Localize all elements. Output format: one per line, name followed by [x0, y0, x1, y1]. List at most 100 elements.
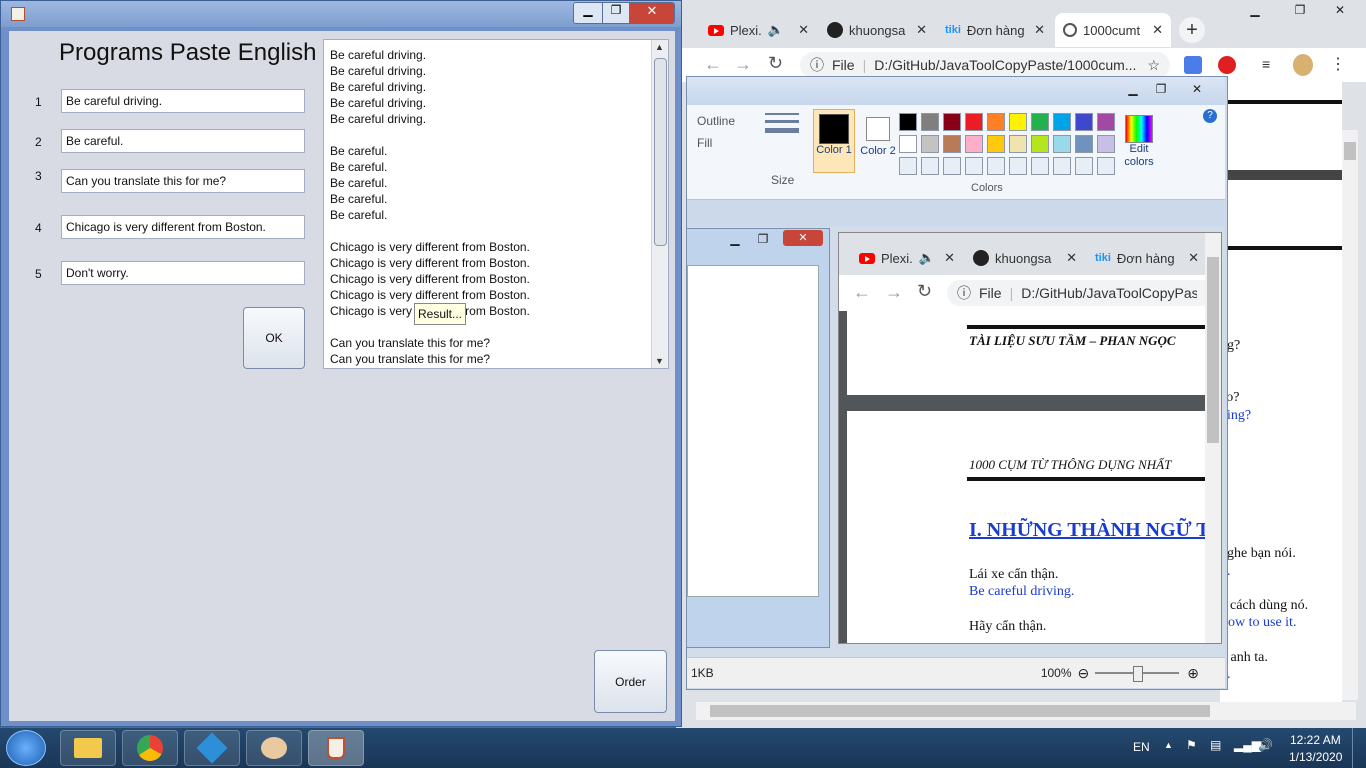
- phrase-input-2[interactable]: Be careful.: [61, 129, 305, 153]
- tab-1000cumt[interactable]: 1000cumt ✕: [1055, 13, 1171, 47]
- language-indicator[interactable]: EN: [1133, 740, 1150, 754]
- close-button[interactable]: ✕: [783, 230, 823, 246]
- reload-icon[interactable]: ↻: [768, 53, 783, 74]
- edit-colors-button[interactable]: Edit colors: [1121, 109, 1157, 173]
- close-button[interactable]: ✕: [629, 3, 674, 23]
- taskbar-app[interactable]: [184, 730, 240, 766]
- minimize-button[interactable]: ▁: [721, 229, 749, 249]
- fill-dropdown[interactable]: Fill: [697, 136, 712, 150]
- order-button[interactable]: Order: [594, 650, 667, 713]
- color-swatch[interactable]: [965, 113, 983, 131]
- page-scrollbar[interactable]: [1342, 130, 1358, 700]
- color-swatch[interactable]: [921, 113, 939, 131]
- help-icon[interactable]: ?: [1203, 109, 1217, 123]
- network-icon[interactable]: ▂▄▆: [1234, 738, 1261, 752]
- media-icon[interactable]: ≡: [1262, 56, 1270, 72]
- show-desktop-button[interactable]: [1352, 728, 1366, 768]
- color-swatch[interactable]: [1053, 135, 1071, 153]
- volume-icon[interactable]: 🔊: [1258, 738, 1273, 752]
- color-swatch[interactable]: [1009, 135, 1027, 153]
- close-button[interactable]: ✕: [1326, 0, 1354, 20]
- phrase-input-4[interactable]: Chicago is very different from Boston.: [61, 215, 305, 239]
- profile-avatar[interactable]: [1293, 54, 1313, 76]
- close-tab-icon[interactable]: ✕: [1188, 250, 1199, 266]
- taskbar-paint[interactable]: [246, 730, 302, 766]
- zoom-in-icon[interactable]: ⊕: [1187, 665, 1199, 682]
- star-icon[interactable]: ☆: [1147, 57, 1160, 74]
- close-tab-icon[interactable]: ✕: [1034, 22, 1045, 38]
- phrase-input-5[interactable]: Don't worry.: [61, 261, 305, 285]
- clock-time[interactable]: 12:22 AM: [1290, 733, 1341, 747]
- ok-button[interactable]: OK: [243, 307, 305, 369]
- color-swatch[interactable]: [1053, 113, 1071, 131]
- phrase-input-1[interactable]: Be careful driving.: [61, 89, 305, 113]
- color-swatch[interactable]: [987, 113, 1005, 131]
- tab-khuongsa[interactable]: khuongsa ✕: [965, 241, 1085, 275]
- color-swatch[interactable]: [1009, 113, 1027, 131]
- scroll-down-icon[interactable]: ▼: [655, 356, 664, 366]
- close-tab-icon[interactable]: ✕: [1066, 250, 1077, 266]
- close-tab-icon[interactable]: ✕: [1152, 22, 1163, 38]
- minimize-button[interactable]: ▁: [1119, 79, 1147, 99]
- address-bar[interactable]: ⓘ File | D:/GitHub/JavaToolCopyPaste: [947, 280, 1207, 306]
- maximize-button[interactable]: ❐: [1147, 79, 1175, 99]
- color-swatch[interactable]: [1031, 135, 1049, 153]
- tab-don-hang[interactable]: tiki Đơn hàng ✕: [1087, 241, 1207, 275]
- menu-icon[interactable]: ⋮: [1330, 54, 1346, 74]
- phrase-input-3[interactable]: Can you translate this for me?: [61, 169, 305, 193]
- action-center-icon[interactable]: ⚑: [1186, 738, 1197, 752]
- size-lines-icon[interactable]: [765, 113, 799, 143]
- tab-khuongsa[interactable]: khuongsa ✕: [819, 13, 935, 47]
- maximize-button[interactable]: ❐: [749, 229, 777, 249]
- maximize-button[interactable]: ❐: [602, 3, 629, 23]
- scroll-thumb[interactable]: [654, 58, 667, 246]
- new-tab-button[interactable]: +: [1179, 17, 1205, 43]
- color1-button[interactable]: Color 1: [813, 109, 855, 173]
- scroll-thumb[interactable]: [1344, 142, 1356, 160]
- taskbar-explorer[interactable]: [60, 730, 116, 766]
- close-tab-icon[interactable]: ✕: [944, 250, 955, 266]
- color-swatch[interactable]: [899, 113, 917, 131]
- forward-icon[interactable]: →: [734, 54, 752, 75]
- scroll-thumb[interactable]: [1207, 257, 1219, 443]
- address-bar[interactable]: ⓘ File | D:/GitHub/JavaToolCopyPaste/100…: [800, 52, 1170, 78]
- outline-dropdown[interactable]: Outline: [697, 114, 735, 128]
- maximize-button[interactable]: ❐: [1286, 0, 1314, 20]
- reload-icon[interactable]: ↻: [917, 281, 932, 302]
- device-icon[interactable]: ▤: [1210, 738, 1221, 752]
- color-swatch[interactable]: [943, 135, 961, 153]
- scroll-up-icon[interactable]: ▲: [655, 42, 664, 52]
- color-swatch[interactable]: [1075, 135, 1093, 153]
- color-swatch[interactable]: [921, 135, 939, 153]
- close-tab-icon[interactable]: ✕: [798, 22, 809, 38]
- hscroll-thumb[interactable]: [710, 705, 1210, 717]
- result-scrollbar[interactable]: ▲ ▼: [651, 40, 668, 368]
- show-hidden-icons[interactable]: ▲: [1164, 740, 1173, 750]
- back-icon[interactable]: ←: [704, 54, 722, 75]
- forward-icon[interactable]: →: [885, 282, 903, 303]
- tab-don-hang[interactable]: tiki Đơn hàng ✕: [937, 13, 1053, 47]
- color-swatch[interactable]: [987, 135, 1005, 153]
- horizontal-scrollbar[interactable]: [696, 702, 1356, 720]
- color-swatch[interactable]: [943, 113, 961, 131]
- color2-button[interactable]: Color 2: [859, 109, 897, 173]
- zoom-slider[interactable]: [1095, 666, 1180, 682]
- close-button[interactable]: ✕: [1183, 79, 1211, 99]
- pdf-scrollbar[interactable]: [1205, 233, 1221, 643]
- color-swatch[interactable]: [1097, 135, 1115, 153]
- tab-plexi[interactable]: Plexi. 🔈 ✕: [851, 241, 963, 275]
- color-swatch[interactable]: [1097, 113, 1115, 131]
- minimize-button[interactable]: ▁: [574, 3, 602, 23]
- result-textarea[interactable]: Be careful driving. Be careful driving. …: [323, 39, 669, 369]
- zoom-out-icon[interactable]: ⊖: [1078, 665, 1090, 682]
- color-swatch[interactable]: [1075, 113, 1093, 131]
- clock-date[interactable]: 1/13/2020: [1289, 750, 1342, 764]
- minimize-button[interactable]: ▁: [1241, 0, 1269, 20]
- start-button[interactable]: [6, 730, 46, 766]
- close-tab-icon[interactable]: ✕: [916, 22, 927, 38]
- color-swatch[interactable]: [1031, 113, 1049, 131]
- taskbar-chrome[interactable]: [122, 730, 178, 766]
- color-swatch[interactable]: [965, 135, 983, 153]
- taskbar-java[interactable]: [308, 730, 364, 766]
- back-icon[interactable]: ←: [853, 282, 871, 303]
